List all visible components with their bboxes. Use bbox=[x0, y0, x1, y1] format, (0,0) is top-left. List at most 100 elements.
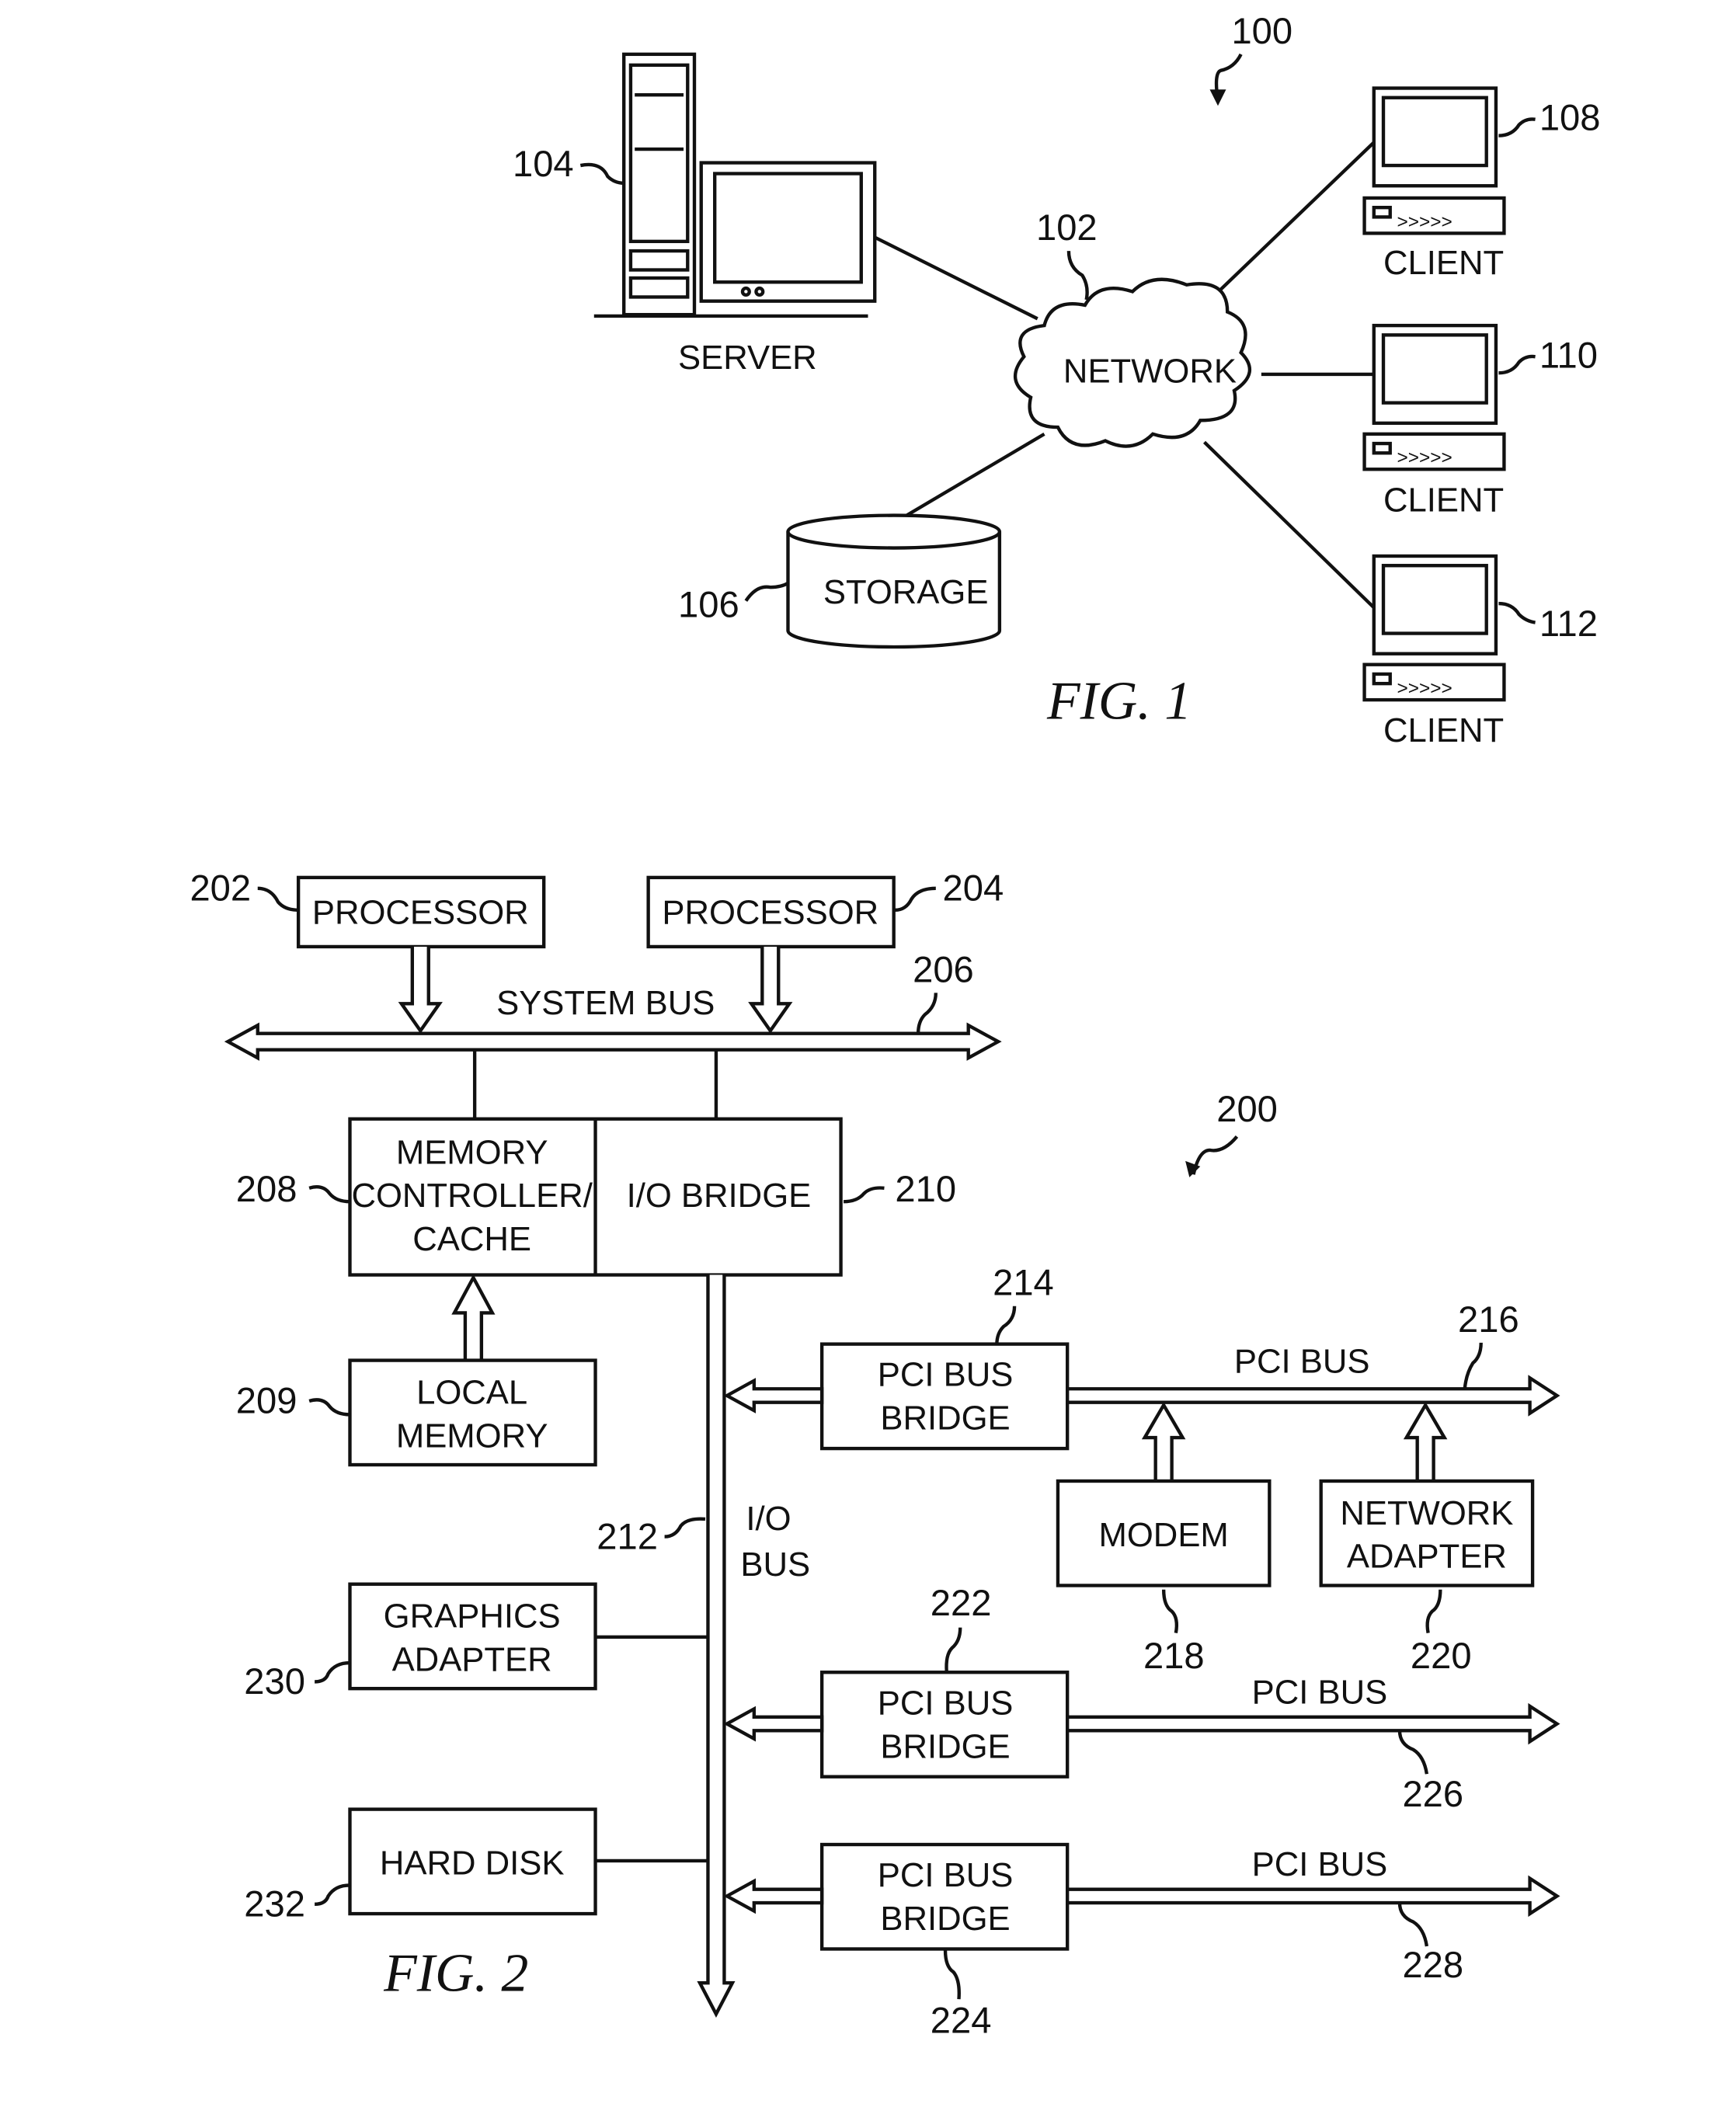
hard-disk-label: HARD DISK bbox=[380, 1844, 565, 1882]
ref-210: 210 bbox=[895, 1168, 956, 1209]
pci-bus-216-arrow bbox=[1065, 1375, 1560, 1417]
net-adapter-label-line2: ADAPTER bbox=[1347, 1538, 1507, 1576]
ref-224: 224 bbox=[931, 2000, 992, 2041]
client-110: >>>>> CLIENT 110 bbox=[1362, 323, 1598, 519]
ref-226-leader bbox=[1397, 1730, 1429, 1775]
graphics-label-line1: GRAPHICS bbox=[384, 1598, 561, 1636]
pci-bridge-222-line1: PCI BUS bbox=[878, 1684, 1014, 1722]
ref-209-leader bbox=[308, 1398, 350, 1417]
ref-204: 204 bbox=[943, 868, 1004, 909]
ref-108: 108 bbox=[1539, 97, 1601, 138]
network-adapter-arrow bbox=[1403, 1401, 1448, 1481]
pci-bridge-214-line1: PCI BUS bbox=[878, 1356, 1014, 1394]
ref-209: 209 bbox=[236, 1380, 297, 1421]
patent-drawing-sheet: 100 104 SERVER NETWORK 102 STORAGE 106 >… bbox=[190, 10, 1601, 2041]
ref-112-leader bbox=[1498, 601, 1536, 624]
ref-222-leader bbox=[945, 1627, 962, 1673]
localmem-label-line1: LOCAL bbox=[416, 1373, 527, 1411]
client-108: >>>>> CLIENT 108 bbox=[1362, 86, 1601, 282]
pci-bus-228-arrow bbox=[1065, 1875, 1560, 1918]
ref-214: 214 bbox=[993, 1262, 1054, 1303]
ref-216: 216 bbox=[1458, 1299, 1519, 1340]
figure-1-caption: FIG. 1 bbox=[1046, 672, 1192, 732]
ref-224-leader bbox=[943, 1950, 961, 2000]
server-label: SERVER bbox=[678, 339, 817, 377]
keyboard-keys-glyph: >>>>> bbox=[1397, 678, 1452, 699]
ref-104-leader bbox=[579, 162, 624, 185]
system-bus-arrow bbox=[224, 1022, 1002, 1061]
pci-bus-226-arrow bbox=[1065, 1702, 1560, 1745]
ref-222: 222 bbox=[931, 1582, 992, 1623]
client-label: CLIENT bbox=[1383, 481, 1504, 519]
ref-106-leader bbox=[744, 582, 789, 602]
ref-200-leader bbox=[1192, 1135, 1239, 1175]
localmem-arrow bbox=[451, 1274, 496, 1361]
processor-202-label: PROCESSOR bbox=[312, 893, 529, 931]
figure-2-caption: FIG. 2 bbox=[383, 1944, 528, 2004]
ref-206: 206 bbox=[913, 948, 974, 989]
pci-bridge-214-line2: BRIDGE bbox=[880, 1400, 1010, 1438]
ref-206-leader bbox=[916, 993, 938, 1034]
client-112: >>>>> CLIENT 112 bbox=[1362, 554, 1598, 749]
ref-232: 232 bbox=[244, 1883, 305, 1925]
ref-218-leader bbox=[1161, 1589, 1179, 1633]
ref-218: 218 bbox=[1143, 1635, 1205, 1676]
ref-232-leader bbox=[315, 1883, 350, 1907]
ref-228-leader bbox=[1397, 1903, 1429, 1947]
keyboard-keys-glyph: >>>>> bbox=[1397, 211, 1452, 232]
memctrl-label-line2: CONTROLLER/ bbox=[351, 1177, 593, 1215]
client-label: CLIENT bbox=[1383, 711, 1504, 749]
ref-220: 220 bbox=[1411, 1635, 1472, 1676]
modem-arrow bbox=[1141, 1401, 1186, 1481]
ref-228: 228 bbox=[1402, 1944, 1463, 1985]
client-computer-icon: >>>>> bbox=[1362, 554, 1506, 702]
iobus-label-line1: I/O bbox=[746, 1500, 791, 1538]
pci-bus-216-label: PCI BUS bbox=[1234, 1342, 1370, 1380]
ref-110-leader bbox=[1498, 354, 1536, 375]
ref-106: 106 bbox=[678, 584, 739, 625]
graphics-label-line2: ADAPTER bbox=[392, 1640, 552, 1678]
ref-208-leader bbox=[308, 1185, 350, 1204]
pci-bridge-224-line1: PCI BUS bbox=[878, 1856, 1014, 1894]
ref-216-leader bbox=[1463, 1342, 1483, 1389]
client-computer-icon: >>>>> bbox=[1362, 86, 1506, 235]
pci-bus-226-label: PCI BUS bbox=[1252, 1673, 1388, 1711]
figure-2: 200 PROCESSOR 202 PROCESSOR 204 SYSTEM B… bbox=[190, 868, 1560, 2041]
link-network-client-108 bbox=[1203, 141, 1376, 307]
memctrl-label-line1: MEMORY bbox=[396, 1133, 548, 1171]
link-server-network bbox=[874, 235, 1038, 321]
processor-204-label: PROCESSOR bbox=[662, 893, 878, 931]
client-computer-icon: >>>>> bbox=[1362, 323, 1506, 471]
ref-226: 226 bbox=[1402, 1773, 1463, 1814]
ref-212: 212 bbox=[597, 1515, 658, 1556]
ref-102-leader bbox=[1066, 250, 1089, 301]
system-bus-label: SYSTEM BUS bbox=[496, 984, 715, 1022]
keyboard-keys-glyph: >>>>> bbox=[1397, 447, 1452, 468]
ref-204-leader bbox=[895, 886, 936, 912]
iobridge-label: I/O BRIDGE bbox=[627, 1177, 812, 1215]
ref-220-leader bbox=[1425, 1589, 1442, 1633]
net-adapter-label-line1: NETWORK bbox=[1340, 1494, 1513, 1532]
ref-200: 200 bbox=[1216, 1088, 1278, 1129]
ref-230-leader bbox=[315, 1660, 350, 1684]
ref-112: 112 bbox=[1539, 603, 1598, 644]
network-label: NETWORK bbox=[1063, 352, 1237, 390]
ref-100: 100 bbox=[1231, 10, 1292, 51]
storage-label: STORAGE bbox=[823, 573, 989, 611]
ref-208: 208 bbox=[236, 1168, 297, 1209]
localmem-label-line2: MEMORY bbox=[396, 1417, 548, 1455]
ref-110: 110 bbox=[1539, 334, 1598, 375]
processor-202-bus-arrow bbox=[398, 946, 443, 1034]
pci-bus-228-label: PCI BUS bbox=[1252, 1845, 1388, 1883]
ref-108-leader bbox=[1498, 117, 1536, 137]
ref-214-leader bbox=[995, 1306, 1017, 1344]
link-storage-network bbox=[894, 432, 1045, 524]
server-icon bbox=[593, 52, 877, 318]
ref-230: 230 bbox=[244, 1660, 305, 1702]
ref-202-leader bbox=[257, 886, 299, 912]
memctrl-label-line3: CACHE bbox=[412, 1220, 531, 1258]
link-network-client-112 bbox=[1203, 440, 1376, 609]
iobus-label-line2: BUS bbox=[740, 1546, 810, 1584]
client-label: CLIENT bbox=[1383, 244, 1504, 282]
pci-bridge-222-iobus-arrow bbox=[723, 1706, 824, 1742]
